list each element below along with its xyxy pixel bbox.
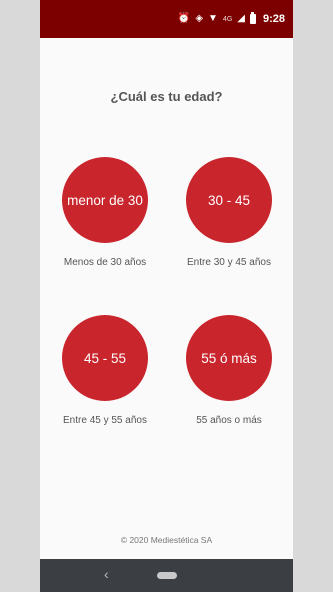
signal-icon: ◢ [237,13,245,24]
option-label: 45 - 55 [83,350,127,366]
option-caption: Menos de 30 años [63,257,147,268]
option-circle[interactable]: menor de 30 [62,157,148,243]
option-label: 30 - 45 [207,192,251,208]
network-label: 4G [222,15,233,23]
system-nav-bar: ‹ [40,559,293,592]
app-screen: ⏰ ◈ ▼ 4G ◢ 9:28 ¿Cuál es tu edad? menor … [40,0,293,592]
left-backdrop [0,0,40,592]
option-45-55[interactable]: 45 - 55 Entre 45 y 55 años [50,315,160,426]
battery-icon [249,12,256,24]
option-circle[interactable]: 30 - 45 [186,157,272,243]
option-55-plus[interactable]: 55 ó más 55 años o más [174,315,284,426]
right-backdrop [293,0,333,592]
copyright-footer: © 2020 Mediestética SA [120,535,213,545]
option-under-30[interactable]: menor de 30 Menos de 30 años [50,157,160,268]
vibrate-icon: ◈ [195,13,204,24]
option-30-45[interactable]: 30 - 45 Entre 30 y 45 años [174,157,284,268]
home-pill-button[interactable] [156,572,177,579]
status-time: 9:28 [262,13,285,25]
option-circle[interactable]: 45 - 55 [62,315,148,401]
alarm-icon: ⏰ [177,13,191,24]
option-label: menor de 30 [67,192,143,208]
status-bar: ⏰ ◈ ▼ 4G ◢ 9:28 [40,0,293,38]
page-title: ¿Cuál es tu edad? [110,89,223,104]
option-caption: 55 años o más [196,415,262,426]
option-circle[interactable]: 55 ó más [186,315,272,401]
option-label: 55 ó más [201,350,257,366]
option-caption: Entre 45 y 55 años [63,415,147,426]
wifi-icon: ▼ [208,13,218,24]
back-chevron-icon[interactable]: ‹ [104,567,109,581]
option-caption: Entre 30 y 45 años [187,257,271,268]
